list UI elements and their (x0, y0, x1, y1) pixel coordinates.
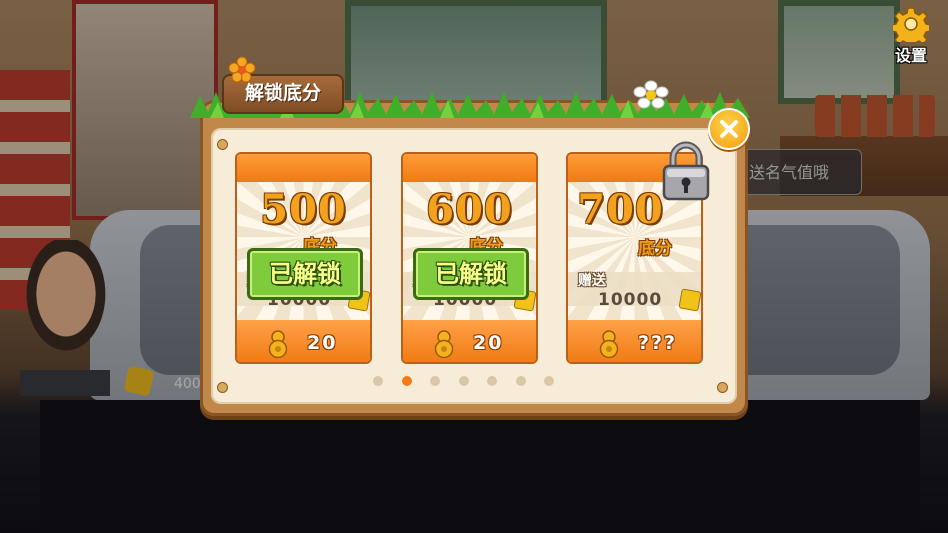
page-dot-2[interactable] (401, 376, 412, 386)
bonus-value: 10000 (598, 290, 663, 310)
page-dot-1[interactable] (373, 376, 383, 386)
card-score: 500 (260, 186, 347, 233)
page-dot-7[interactable] (544, 376, 554, 386)
gourd-icon (434, 330, 454, 358)
page-dot-3[interactable] (430, 376, 440, 386)
card-price: 20 (473, 332, 504, 354)
card-header (403, 154, 536, 182)
gear-icon (890, 6, 932, 49)
pagination (373, 376, 573, 388)
reputation-badge-icon (678, 288, 701, 312)
card-price: ??? (638, 332, 678, 354)
unlocked-label: 已解锁 (269, 260, 341, 288)
flower-icon (228, 56, 256, 82)
unlocked-label: 已解锁 (435, 260, 507, 288)
card-price-bar (403, 320, 536, 362)
page-dot-6[interactable] (515, 376, 526, 386)
close-icon (720, 120, 738, 138)
card-score-unit: 底分 (638, 239, 672, 259)
rivet (717, 382, 728, 393)
unlocked-stamp: 已解锁 (247, 248, 363, 300)
unlocked-stamp: 已解锁 (413, 248, 529, 300)
settings-button[interactable]: 设置 (885, 6, 937, 65)
settings-label: 设置 (894, 46, 927, 65)
rivet (217, 139, 228, 150)
card-price: 20 (307, 332, 338, 354)
score-card-600[interactable]: 600 底分 赠送 10000 已解锁 20 (401, 152, 538, 364)
close-button[interactable] (708, 108, 750, 150)
score-card-500[interactable]: 500 底分 赠送 10000 已解锁 20 (235, 152, 372, 364)
gourd-icon (268, 330, 288, 358)
gourd-icon (599, 330, 619, 358)
card-price-bar (237, 320, 370, 362)
bonus-label: 赠送 (578, 273, 606, 289)
daisy-icon (633, 80, 669, 109)
card-header (237, 154, 370, 182)
lock-icon (662, 141, 710, 201)
page-dot-4[interactable] (458, 376, 469, 386)
page-dot-5[interactable] (487, 376, 497, 386)
card-price-bar (568, 320, 701, 362)
rivet (217, 382, 228, 393)
card-score: 600 (426, 186, 513, 233)
